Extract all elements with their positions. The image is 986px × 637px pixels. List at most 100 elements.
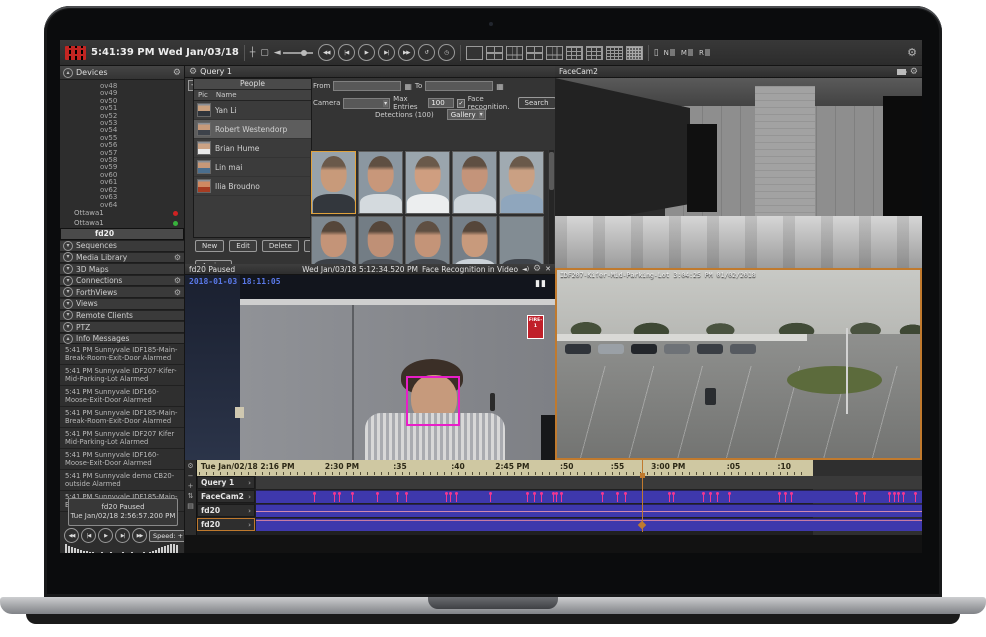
event-marker[interactable] xyxy=(914,492,917,495)
person-row[interactable]: Robert Westendorp xyxy=(194,120,311,139)
track-facecam2[interactable] xyxy=(256,490,922,503)
device-tree-item[interactable]: Ottawa1 xyxy=(60,219,184,229)
max-entries-input[interactable]: 100 xyxy=(428,98,454,108)
section-gear-icon[interactable]: ⚙ xyxy=(174,253,181,262)
alarm-message[interactable]: 5:41 PM Sunnyvale IDF185-Main-Break-Room… xyxy=(60,407,184,428)
playback-button[interactable]: ▶| xyxy=(115,528,130,543)
playback-button[interactable]: ▶▶ xyxy=(132,528,147,543)
layout-grid-icon-3x3[interactable] xyxy=(566,46,583,60)
event-marker[interactable] xyxy=(601,492,604,495)
calendar-icon[interactable]: ▦ xyxy=(404,82,412,91)
layout-letter-button[interactable]: N xyxy=(664,49,675,57)
devices-header[interactable]: ▴ Devices ⚙ xyxy=(60,66,184,80)
calendar-icon[interactable]: ▦ xyxy=(496,82,504,91)
people-action-button[interactable]: New xyxy=(195,240,224,252)
event-marker[interactable] xyxy=(716,492,719,495)
calibrate-icon[interactable]: ┼ xyxy=(250,48,255,58)
sidebar-section[interactable]: ▾ PTZ xyxy=(60,321,184,333)
event-marker[interactable] xyxy=(405,492,408,495)
event-marker[interactable] xyxy=(855,492,858,495)
alarm-message[interactable]: 5:41 PM Sunnyvale IDF160-Moose-Exit-Door… xyxy=(60,386,184,407)
people-action-button[interactable]: Delete xyxy=(262,240,299,252)
playback-button[interactable]: |◀ xyxy=(81,528,96,543)
device-tree-item[interactable]: ov64 xyxy=(60,202,184,209)
device-tree-item[interactable]: ov59 xyxy=(60,164,184,171)
track-fd20[interactable] xyxy=(256,504,922,517)
event-marker[interactable] xyxy=(333,492,336,495)
device-tree-item[interactable]: ov50 xyxy=(60,98,184,105)
section-gear-icon[interactable]: ⚙ xyxy=(174,288,181,297)
sidebar-section-info-messages[interactable]: ▴ Info Messages xyxy=(60,333,184,345)
track-label-query1[interactable]: Query 1› xyxy=(197,476,255,489)
event-marker[interactable] xyxy=(790,492,793,495)
collapse-icon[interactable]: ▴ xyxy=(63,68,73,78)
volume-slider[interactable]: ◄ xyxy=(274,48,313,58)
timeline-tool-icon[interactable]: ⇅ xyxy=(188,492,194,500)
track-label-facecam2[interactable]: FaceCam2› xyxy=(197,490,255,503)
event-marker[interactable] xyxy=(489,492,492,495)
event-marker[interactable] xyxy=(902,492,905,495)
event-marker[interactable] xyxy=(540,492,543,495)
timeline-tool-icon[interactable]: ⚙ xyxy=(187,462,193,470)
device-tree-item[interactable]: ov52 xyxy=(60,113,184,120)
close-icon[interactable]: ✕ xyxy=(545,265,551,273)
face-thumbnail[interactable] xyxy=(311,151,356,214)
playback-button[interactable]: ◀◀ xyxy=(64,528,79,543)
event-marker[interactable] xyxy=(455,492,458,495)
event-marker[interactable] xyxy=(560,492,563,495)
fd20-title-bar[interactable]: fd20 Paused Wed Jan/03/18 5:12:34.520 PM… xyxy=(185,264,555,275)
track-query1[interactable] xyxy=(256,476,922,489)
transport-button[interactable]: ◷ xyxy=(438,44,455,61)
event-marker[interactable] xyxy=(784,492,787,495)
person-row[interactable]: Ilia Broudno xyxy=(194,177,311,196)
event-marker[interactable] xyxy=(445,492,448,495)
transport-button[interactable]: |◀ xyxy=(338,44,355,61)
gallery-select[interactable]: Gallery ▾ xyxy=(447,109,486,120)
playback-button[interactable]: ▶ xyxy=(98,528,113,543)
person-row[interactable]: Yan Li xyxy=(194,101,311,120)
device-tree-item[interactable]: ov49 xyxy=(60,90,184,97)
sidebar-section[interactable]: ▾ Connections ⚙ xyxy=(60,275,184,287)
track-label-fd20-selected[interactable]: fd20› xyxy=(197,518,255,531)
panel-gear-icon[interactable]: ⚙ xyxy=(533,264,541,274)
sidebar-section[interactable]: ▾ Media Library ⚙ xyxy=(60,252,184,264)
layout-grid-icon-2x2[interactable] xyxy=(486,46,503,60)
alarm-message[interactable]: 5:41 PM Sunnyvale IDF160-Moose-Exit-Door… xyxy=(60,449,184,470)
event-marker[interactable] xyxy=(709,492,712,495)
event-marker[interactable] xyxy=(624,492,627,495)
device-tree-item[interactable]: ov58 xyxy=(60,157,184,164)
event-marker[interactable] xyxy=(863,492,866,495)
scrollbar-thumb[interactable] xyxy=(549,152,554,190)
speed-badge[interactable]: Speed: +1/4 xyxy=(149,530,185,542)
timeline-tool-icon[interactable]: − xyxy=(188,472,194,480)
fd20-video[interactable]: FIRE-1 2018-01-03 18:11:05 ▮▮ xyxy=(185,275,555,460)
event-marker[interactable] xyxy=(778,492,781,495)
event-marker[interactable] xyxy=(526,492,529,495)
sidebar-section[interactable]: ▾ 3D Maps xyxy=(60,263,184,275)
timeline-tool-icon[interactable]: ▤ xyxy=(187,502,194,510)
audio-icon[interactable]: ◄) xyxy=(522,266,529,273)
device-tree-item[interactable]: ov55 xyxy=(60,135,184,142)
layout-grid-icon-4x4[interactable] xyxy=(606,46,623,60)
device-tree-item[interactable]: ov61 xyxy=(60,179,184,186)
face-thumbnail[interactable] xyxy=(358,151,403,214)
query-title-bar[interactable]: ⚙ Query 1 xyxy=(185,66,555,78)
search-button[interactable]: Search xyxy=(518,97,556,109)
event-marker[interactable] xyxy=(396,492,399,495)
device-tree-item[interactable]: ov60 xyxy=(60,172,184,179)
camera-icon[interactable] xyxy=(897,69,906,75)
event-marker[interactable] xyxy=(533,492,536,495)
device-tree-item[interactable]: Ottawa1 xyxy=(60,209,184,219)
volume-knob[interactable] xyxy=(301,50,307,56)
event-marker[interactable] xyxy=(338,492,341,495)
face-thumbnail[interactable] xyxy=(499,151,544,214)
face-thumbnail[interactable] xyxy=(452,151,497,214)
speed-waveform[interactable] xyxy=(65,543,181,553)
devices-gear-icon[interactable]: ⚙ xyxy=(173,68,181,78)
settings-gear-icon[interactable]: ⚙ xyxy=(907,46,917,59)
alarm-message[interactable]: 5:41 PM Sunnyvale IDF185-Main-Break-Room… xyxy=(60,344,184,365)
event-marker[interactable] xyxy=(449,492,452,495)
device-tree-item[interactable]: ov56 xyxy=(60,142,184,149)
sidebar-section[interactable]: ▾ Remote Clients xyxy=(60,310,184,322)
layout-letter-button[interactable]: M xyxy=(681,49,693,57)
